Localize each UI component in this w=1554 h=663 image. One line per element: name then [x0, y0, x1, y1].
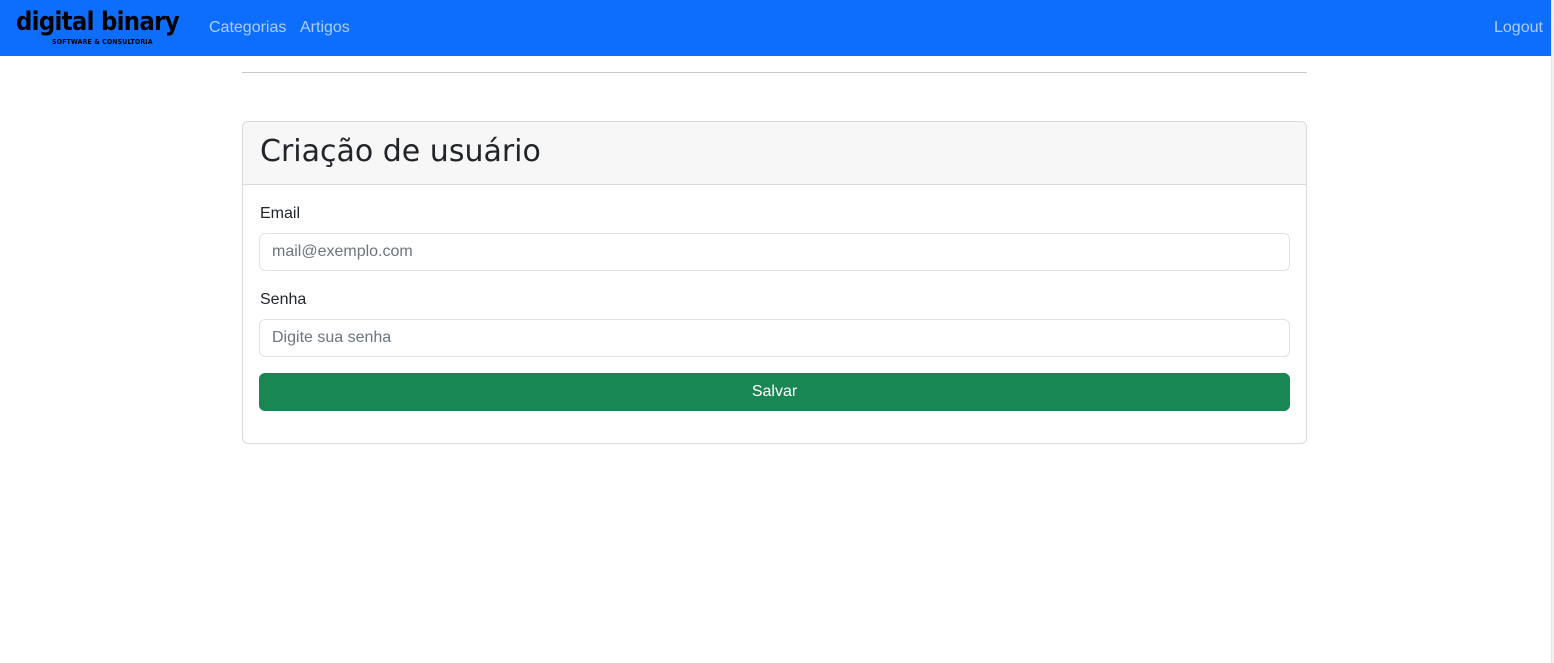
password-field[interactable]: [259, 319, 1290, 357]
horizontal-divider: [242, 72, 1307, 73]
nav-link-artigos[interactable]: Artigos: [300, 18, 350, 38]
email-label: Email: [260, 205, 301, 222]
brand-name: digital binary: [16, 7, 180, 37]
card-header: Criação de usuário: [243, 122, 1306, 185]
page-title: Criação de usuário: [260, 134, 541, 169]
nav-link-categorias[interactable]: Categorias: [209, 18, 286, 38]
email-field[interactable]: [259, 233, 1290, 271]
user-creation-card: Criação de usuário Email Senha Salvar: [242, 121, 1307, 444]
password-label: Senha: [260, 291, 307, 308]
brand-logo[interactable]: digital binary SOFTWARE & CONSULTORIA: [16, 6, 180, 50]
save-button[interactable]: Salvar: [259, 373, 1290, 411]
top-navbar: digital binary SOFTWARE & CONSULTORIA Ca…: [0, 0, 1551, 56]
logout-link[interactable]: Logout: [1494, 18, 1543, 38]
brand-tagline: SOFTWARE & CONSULTORIA: [52, 38, 153, 46]
